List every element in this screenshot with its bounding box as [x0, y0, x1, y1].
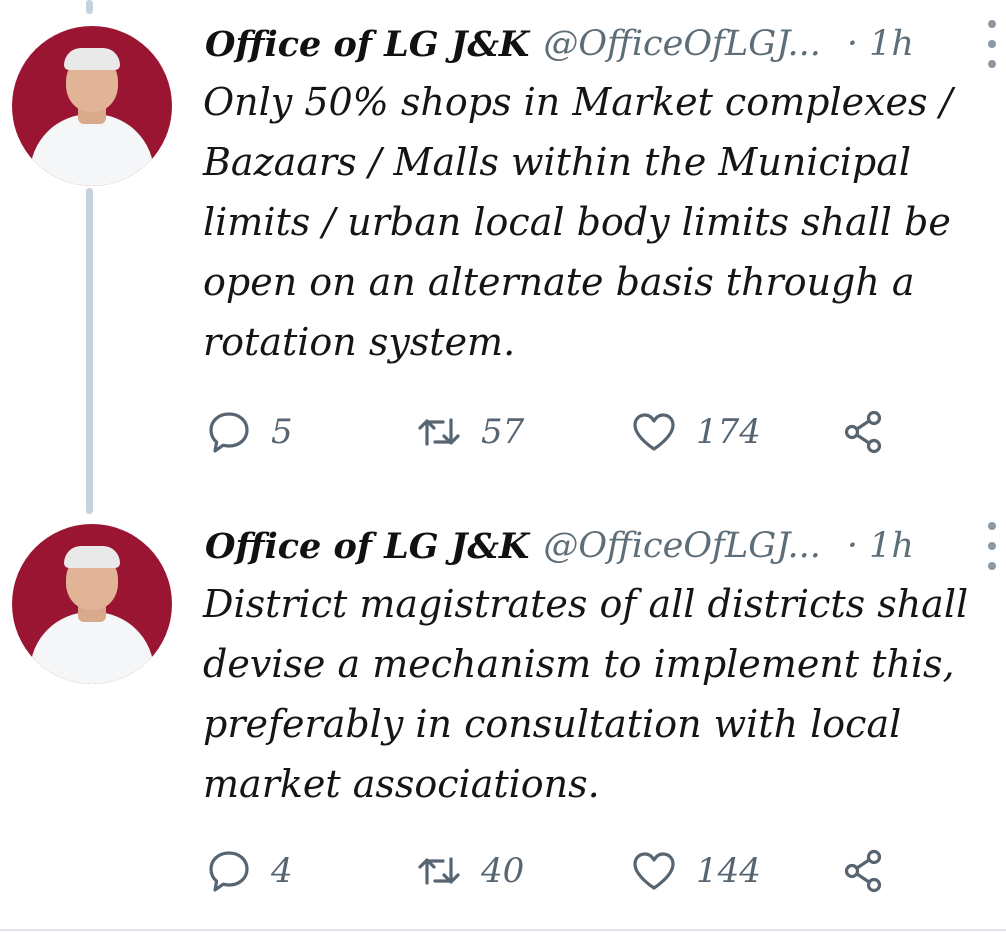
tweet-text-line: limits / urban local body limits shall b…: [203, 200, 951, 244]
like-button[interactable]: 144: [630, 846, 761, 896]
tweet-text: District magistrates of all districts sh…: [203, 574, 1003, 814]
thread-line-top: [86, 0, 93, 14]
retweet-count: 40: [481, 851, 525, 891]
avatar-shirt: [30, 114, 154, 186]
tweet-text-line: devise a mechanism to implement this,: [203, 642, 955, 686]
like-count: 144: [696, 851, 761, 891]
tweet-text-line: market associations.: [203, 762, 600, 806]
heart-icon: [633, 413, 675, 451]
tweet-text-line: open on an alternate basis through a: [203, 260, 915, 304]
share-button[interactable]: [840, 846, 906, 896]
user-handle[interactable]: @OfficeOfLGJ...: [543, 24, 821, 64]
retweet-button[interactable]: 40: [415, 846, 524, 896]
retweet-icon: [418, 418, 460, 446]
avatar-hair: [64, 546, 120, 568]
tweet-text-line: rotation system.: [203, 320, 516, 364]
display-name[interactable]: Office of LG J&K: [205, 24, 529, 65]
tweet-header: Office of LG J&K @OfficeOfLGJ... · 1h: [205, 14, 1005, 74]
user-handle[interactable]: @OfficeOfLGJ...: [543, 526, 821, 566]
timestamp[interactable]: · 1h: [847, 24, 914, 64]
tweet-actions: 4 40 144: [205, 846, 1005, 896]
display-name[interactable]: Office of LG J&K: [205, 526, 529, 567]
tweet-text-line: preferably in consultation with local: [203, 702, 902, 746]
tweet-text-line: Only 50% shops in Market complexes /: [203, 80, 953, 124]
tweet-header: Office of LG J&K @OfficeOfLGJ... · 1h: [205, 516, 1005, 576]
reply-button[interactable]: 4: [205, 846, 293, 896]
reply-count: 4: [271, 851, 293, 891]
like-button[interactable]: 174: [630, 407, 761, 457]
more-vertical-icon[interactable]: [980, 522, 1004, 570]
avatar[interactable]: [12, 524, 172, 684]
share-icon: [844, 410, 882, 454]
reply-count: 5: [271, 412, 293, 452]
retweet-count: 57: [481, 412, 525, 452]
reply-icon: [209, 412, 249, 453]
tweet-actions: 5 57 174: [205, 407, 1005, 457]
reply-icon: [209, 851, 249, 892]
tweet-text: Only 50% shops in Market complexes / Baz…: [203, 72, 1003, 372]
tweet[interactable]: Office of LG J&K @OfficeOfLGJ... · 1h Di…: [0, 516, 1006, 926]
heart-icon: [633, 852, 675, 890]
reply-button[interactable]: 5: [205, 407, 293, 457]
avatar-hair: [64, 48, 120, 70]
divider: [0, 929, 1006, 931]
share-icon: [844, 849, 882, 893]
retweet-button[interactable]: 57: [415, 407, 524, 457]
share-button[interactable]: [840, 407, 906, 457]
tweet-text-line: Bazaars / Malls within the Municipal: [203, 140, 912, 184]
avatar[interactable]: [12, 26, 172, 186]
tweet[interactable]: Office of LG J&K @OfficeOfLGJ... · 1h On…: [0, 14, 1006, 484]
retweet-icon: [418, 857, 460, 885]
like-count: 174: [696, 412, 761, 452]
avatar-shirt: [30, 612, 154, 684]
tweet-text-line: District magistrates of all districts sh…: [203, 582, 969, 626]
timestamp[interactable]: · 1h: [847, 526, 914, 566]
more-vertical-icon[interactable]: [980, 20, 1004, 68]
